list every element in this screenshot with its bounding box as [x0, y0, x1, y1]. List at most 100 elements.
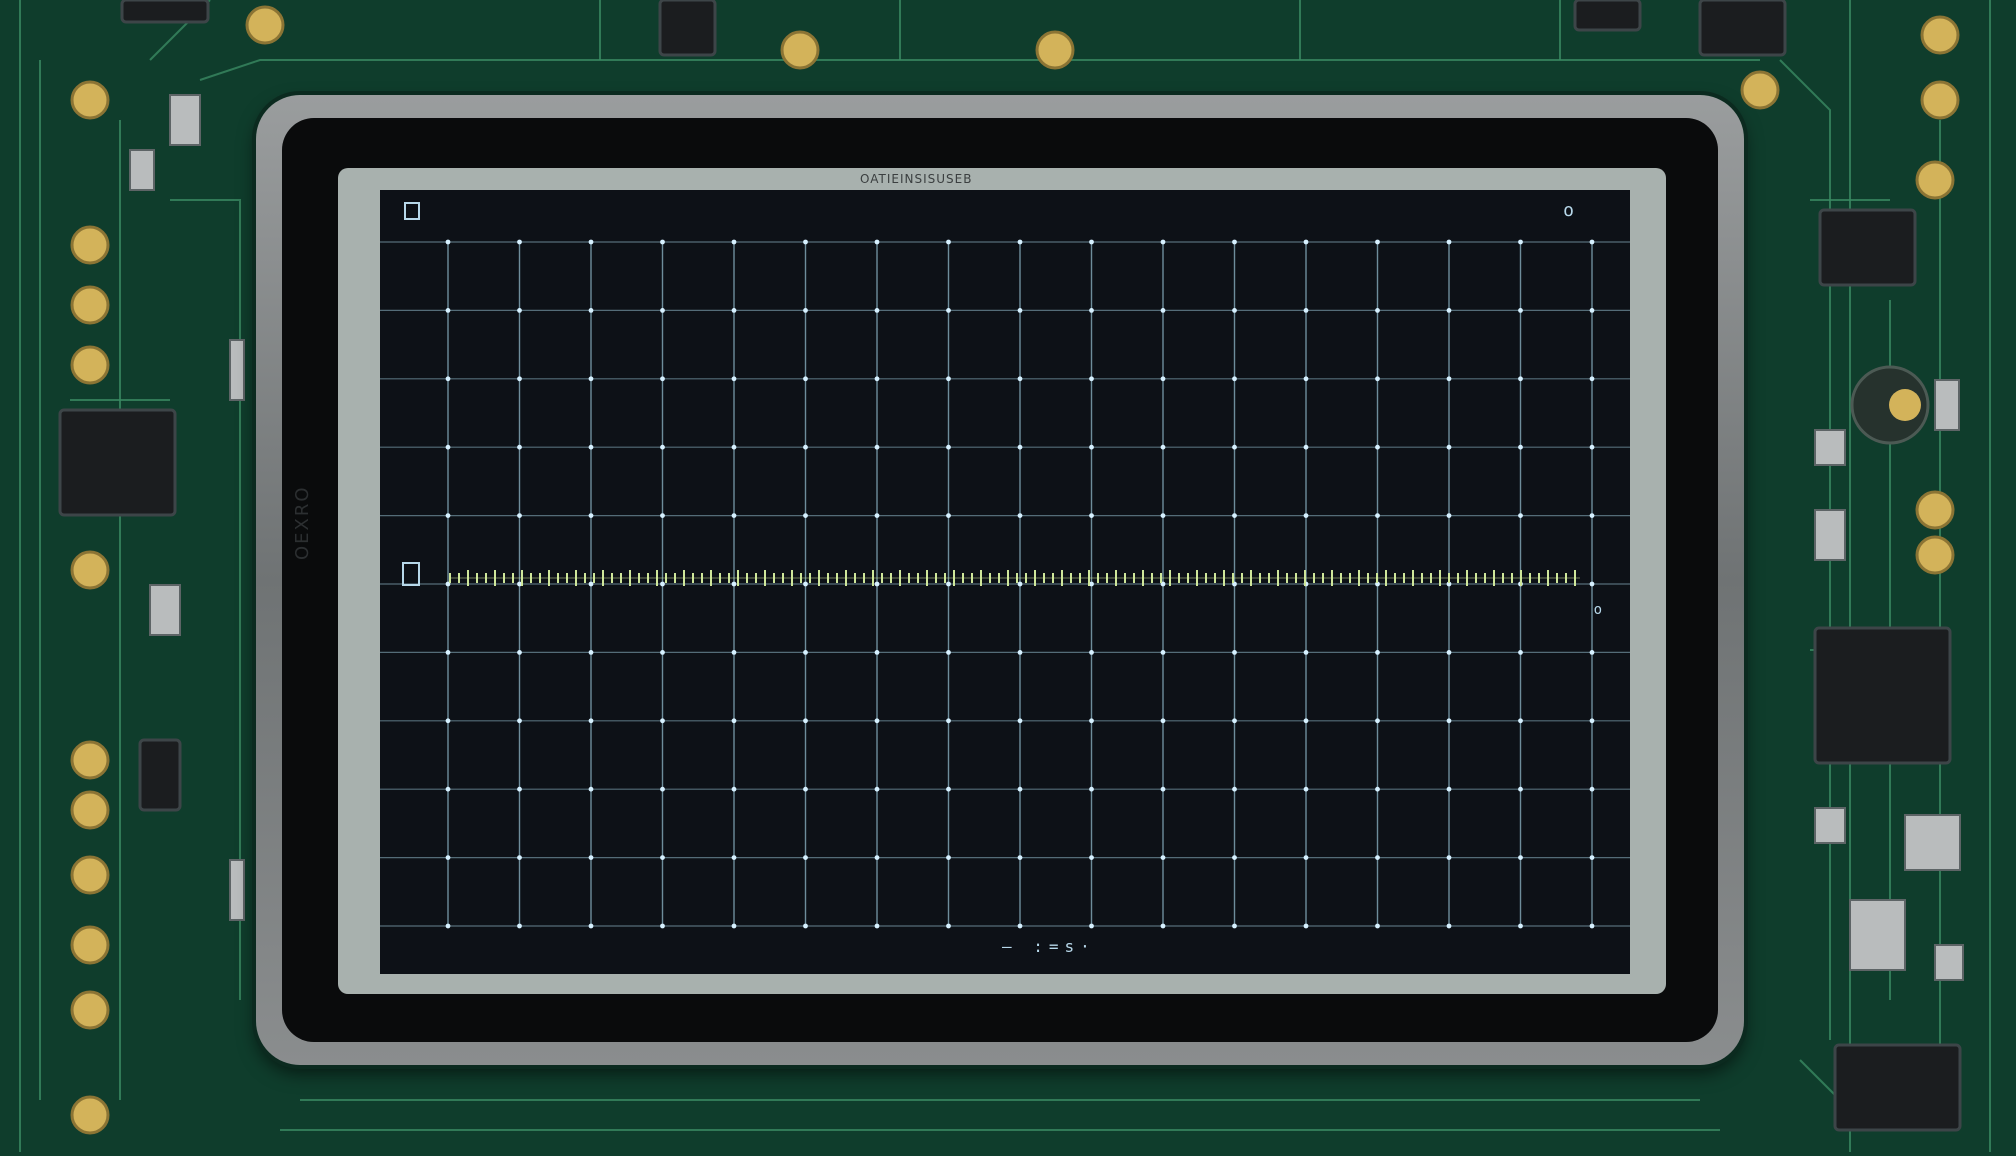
- grid-dot: [445, 308, 451, 313]
- grid-dot: [1232, 239, 1237, 245]
- grid-dot: [946, 855, 951, 860]
- grid-dot: [1160, 513, 1166, 518]
- grid-dot: [517, 650, 522, 655]
- grid-dot: [1160, 923, 1166, 929]
- grid-dot: [1232, 786, 1237, 792]
- grid-dot: [803, 513, 808, 518]
- solder-pad: [1920, 80, 1960, 120]
- ic-chip: [1813, 626, 1952, 765]
- grid-dot: [874, 718, 880, 724]
- solder-pad: [70, 790, 110, 830]
- grid-dot: [731, 444, 737, 450]
- screen-grid: [380, 239, 1630, 929]
- grid-dot: [660, 923, 665, 929]
- grid-dot: [731, 786, 737, 792]
- ic-chip: [1698, 0, 1787, 57]
- grid-dot: [1303, 786, 1309, 792]
- grid-dot: [588, 444, 594, 450]
- grid-dot: [1375, 855, 1380, 860]
- grid-dot: [1303, 650, 1309, 655]
- solder-pad: [1915, 535, 1955, 575]
- grid-dot: [1303, 376, 1309, 382]
- grid-dot: [588, 376, 594, 382]
- grid-dot: [803, 786, 808, 792]
- smd-component: [169, 94, 201, 146]
- grid-dot: [1446, 376, 1452, 382]
- grid-dot: [1518, 376, 1523, 382]
- grid-dot: [1518, 513, 1523, 518]
- grid-dot: [1446, 718, 1452, 724]
- grid-dot: [1589, 581, 1595, 587]
- grid-dot: [731, 581, 737, 587]
- grid-dot: [660, 308, 665, 313]
- grid-dot: [1375, 239, 1380, 245]
- grid-dot: [1303, 444, 1309, 450]
- grid-dot: [1446, 513, 1452, 518]
- grid-dot: [1375, 786, 1380, 792]
- grid-dot: [803, 308, 808, 313]
- grid-dot: [660, 239, 665, 245]
- grid-dot: [588, 650, 594, 655]
- grid-dot: [946, 376, 951, 382]
- grid-dot: [731, 923, 737, 929]
- smd-component: [1934, 944, 1964, 981]
- grid-dot: [946, 923, 951, 929]
- channel-indicator-icon: [404, 202, 420, 220]
- grid-dot: [874, 855, 880, 860]
- grid-dot: [1017, 444, 1023, 450]
- grid-dot: [803, 376, 808, 382]
- grid-dot: [803, 855, 808, 860]
- grid-dot: [445, 855, 451, 860]
- grid-dot: [1589, 239, 1595, 245]
- grid-dot: [1375, 308, 1380, 313]
- pcb-trace: [199, 59, 1760, 81]
- grid-dot: [1017, 376, 1023, 382]
- grid-dot: [1017, 786, 1023, 792]
- ic-chip: [120, 0, 210, 24]
- grid-dot: [1089, 718, 1094, 724]
- smd-component: [1934, 379, 1960, 431]
- grid-dot: [731, 239, 737, 245]
- grid-dot: [1518, 786, 1523, 792]
- grid-dot: [517, 513, 522, 518]
- grid-dot: [1518, 444, 1523, 450]
- grid-dot: [1303, 239, 1309, 245]
- ic-chip: [1573, 0, 1642, 32]
- grid-dot: [1589, 376, 1595, 382]
- grid-dot: [588, 718, 594, 724]
- solder-pad: [70, 855, 110, 895]
- solder-pad: [70, 80, 110, 120]
- grid-dot: [1232, 718, 1237, 724]
- grid-dot: [803, 444, 808, 450]
- grid-dot: [1017, 581, 1023, 587]
- solder-pad: [70, 740, 110, 780]
- grid-dot: [946, 308, 951, 313]
- level-marker-icon: o: [1593, 602, 1602, 618]
- grid-dot: [1303, 718, 1309, 724]
- grid-dot: [1518, 239, 1523, 245]
- grid-dot: [803, 923, 808, 929]
- grid-dot: [1446, 444, 1452, 450]
- grid-dot: [731, 855, 737, 860]
- grid-dot: [1160, 650, 1166, 655]
- grid-dot: [1446, 308, 1452, 313]
- grid-dot: [588, 513, 594, 518]
- grid-dot: [1589, 513, 1595, 518]
- grid-dot: [1375, 718, 1380, 724]
- ic-chip: [1833, 1043, 1962, 1132]
- grid-dot: [874, 444, 880, 450]
- grid-dot: [1446, 855, 1452, 860]
- ic-chip: [658, 0, 717, 57]
- grid-dot: [1232, 650, 1237, 655]
- grid-dot: [517, 444, 522, 450]
- grid-dot: [588, 308, 594, 313]
- grid-dot: [1160, 718, 1166, 724]
- grid-dot: [445, 923, 451, 929]
- ic-chip: [138, 738, 182, 812]
- solder-pad: [70, 925, 110, 965]
- grid-dot: [1589, 923, 1595, 929]
- grid-dot: [1375, 513, 1380, 518]
- smd-component: [1814, 429, 1846, 466]
- grid-dot: [731, 718, 737, 724]
- solder-pad: [245, 5, 285, 45]
